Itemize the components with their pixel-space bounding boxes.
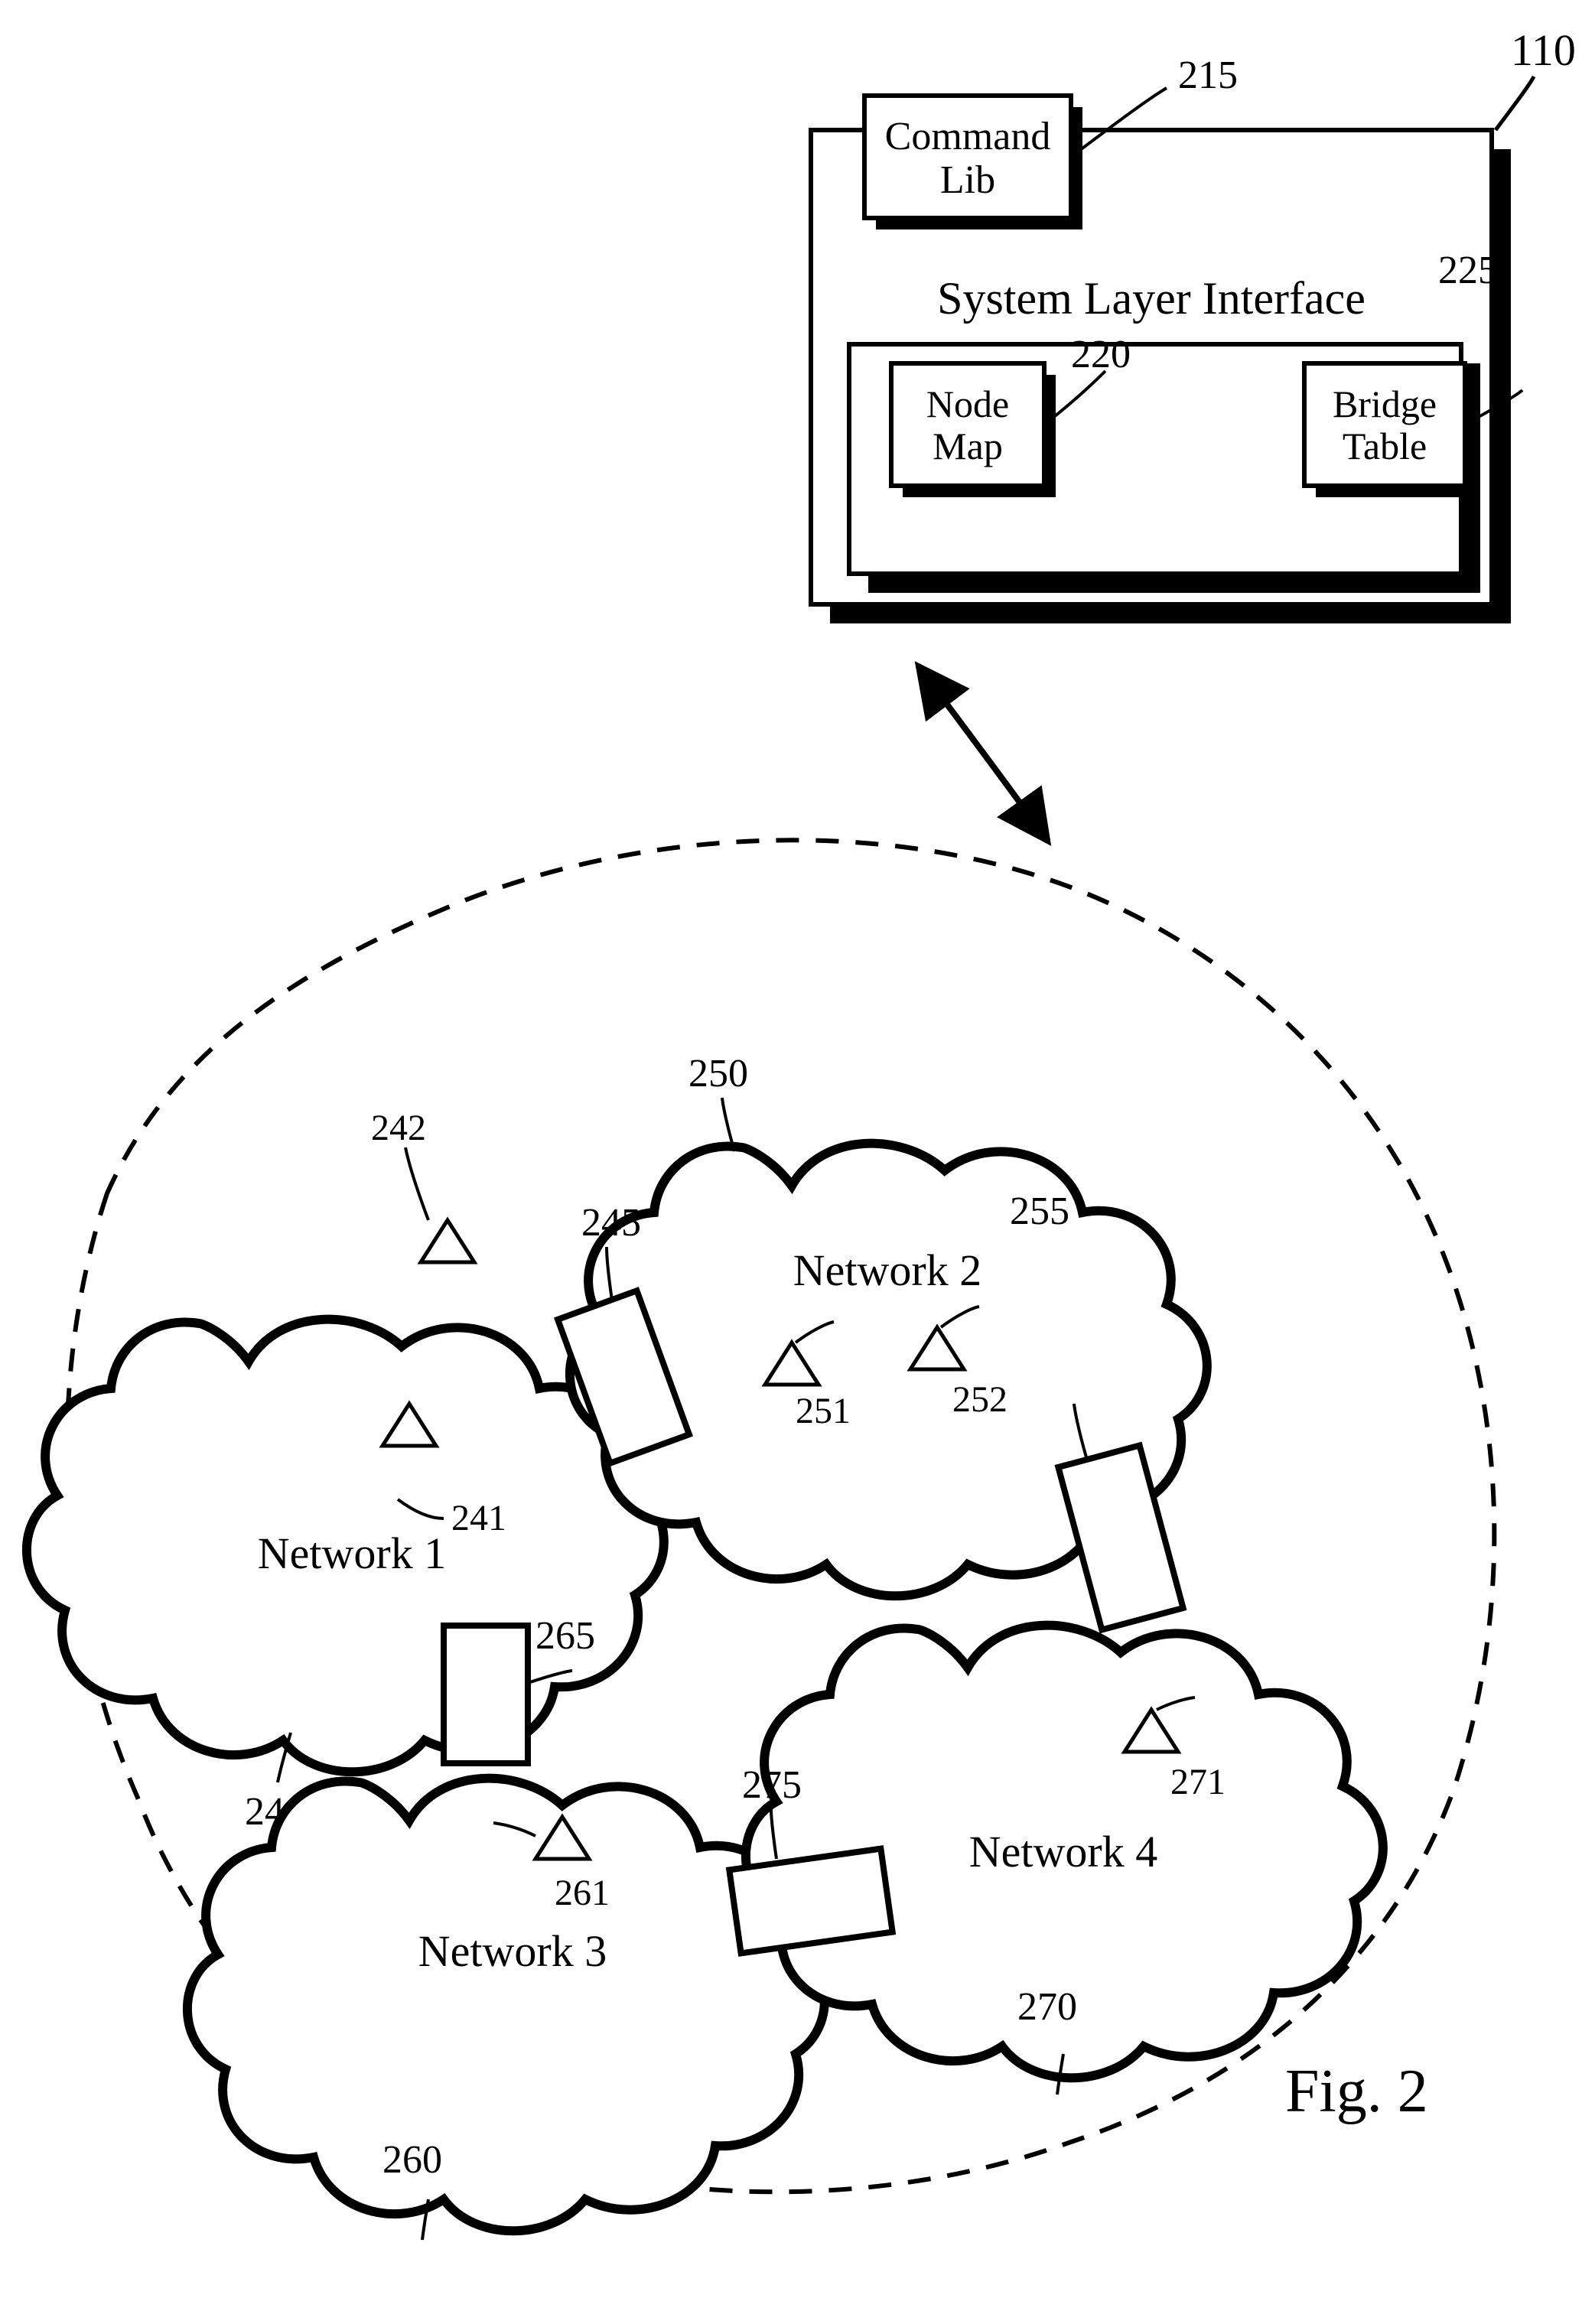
bridge-table-box: BridgeTable xyxy=(1304,363,1476,497)
ref-261: 261 xyxy=(555,1873,610,1913)
ref-260: 260 xyxy=(382,2138,442,2182)
figure-label: Fig. 2 xyxy=(1285,2058,1428,2125)
ref-251: 251 xyxy=(796,1391,851,1431)
network-2-label: Network 2 xyxy=(793,1245,981,1295)
system-layer-interface: System Layer Interface CommandLib NodeMa… xyxy=(811,54,1522,623)
ref-255: 255 xyxy=(1010,1190,1069,1233)
ref-250: 250 xyxy=(688,1052,748,1095)
network-3-label: Network 3 xyxy=(418,1926,607,1976)
ref-275: 275 xyxy=(742,1763,802,1807)
network-4-label: Network 4 xyxy=(969,1827,1157,1876)
network-1: Network 1 241 242 240 xyxy=(27,1108,664,1834)
node-map-label: NodeMap xyxy=(926,382,1009,467)
svg-text:110: 110 xyxy=(1511,25,1576,75)
ref-252: 252 xyxy=(952,1379,1007,1420)
ref-242: 242 xyxy=(371,1108,426,1148)
ref-225: 225 xyxy=(1438,249,1498,292)
sli-title: System Layer Interface xyxy=(937,273,1366,324)
network-1-label: Network 1 xyxy=(258,1528,446,1578)
ref-265: 265 xyxy=(535,1614,595,1658)
network-3: Network 3 261 260 xyxy=(187,1779,825,2240)
node-map-box: NodeMap xyxy=(891,363,1056,497)
ref-215: 215 xyxy=(1178,54,1238,97)
ref-245: 245 xyxy=(581,1201,641,1245)
ref-271: 271 xyxy=(1170,1762,1226,1802)
ref-241: 241 xyxy=(451,1498,506,1538)
pointer-110: 110 xyxy=(1496,25,1576,130)
command-lib-box: CommandLib xyxy=(864,96,1082,229)
ref-220: 220 xyxy=(1071,333,1131,376)
link-arrow xyxy=(918,666,1048,841)
figure-2: System Layer Interface CommandLib NodeMa… xyxy=(0,0,1582,2324)
bridge-table-label: BridgeTable xyxy=(1333,382,1437,467)
ref-270: 270 xyxy=(1017,1985,1077,2029)
